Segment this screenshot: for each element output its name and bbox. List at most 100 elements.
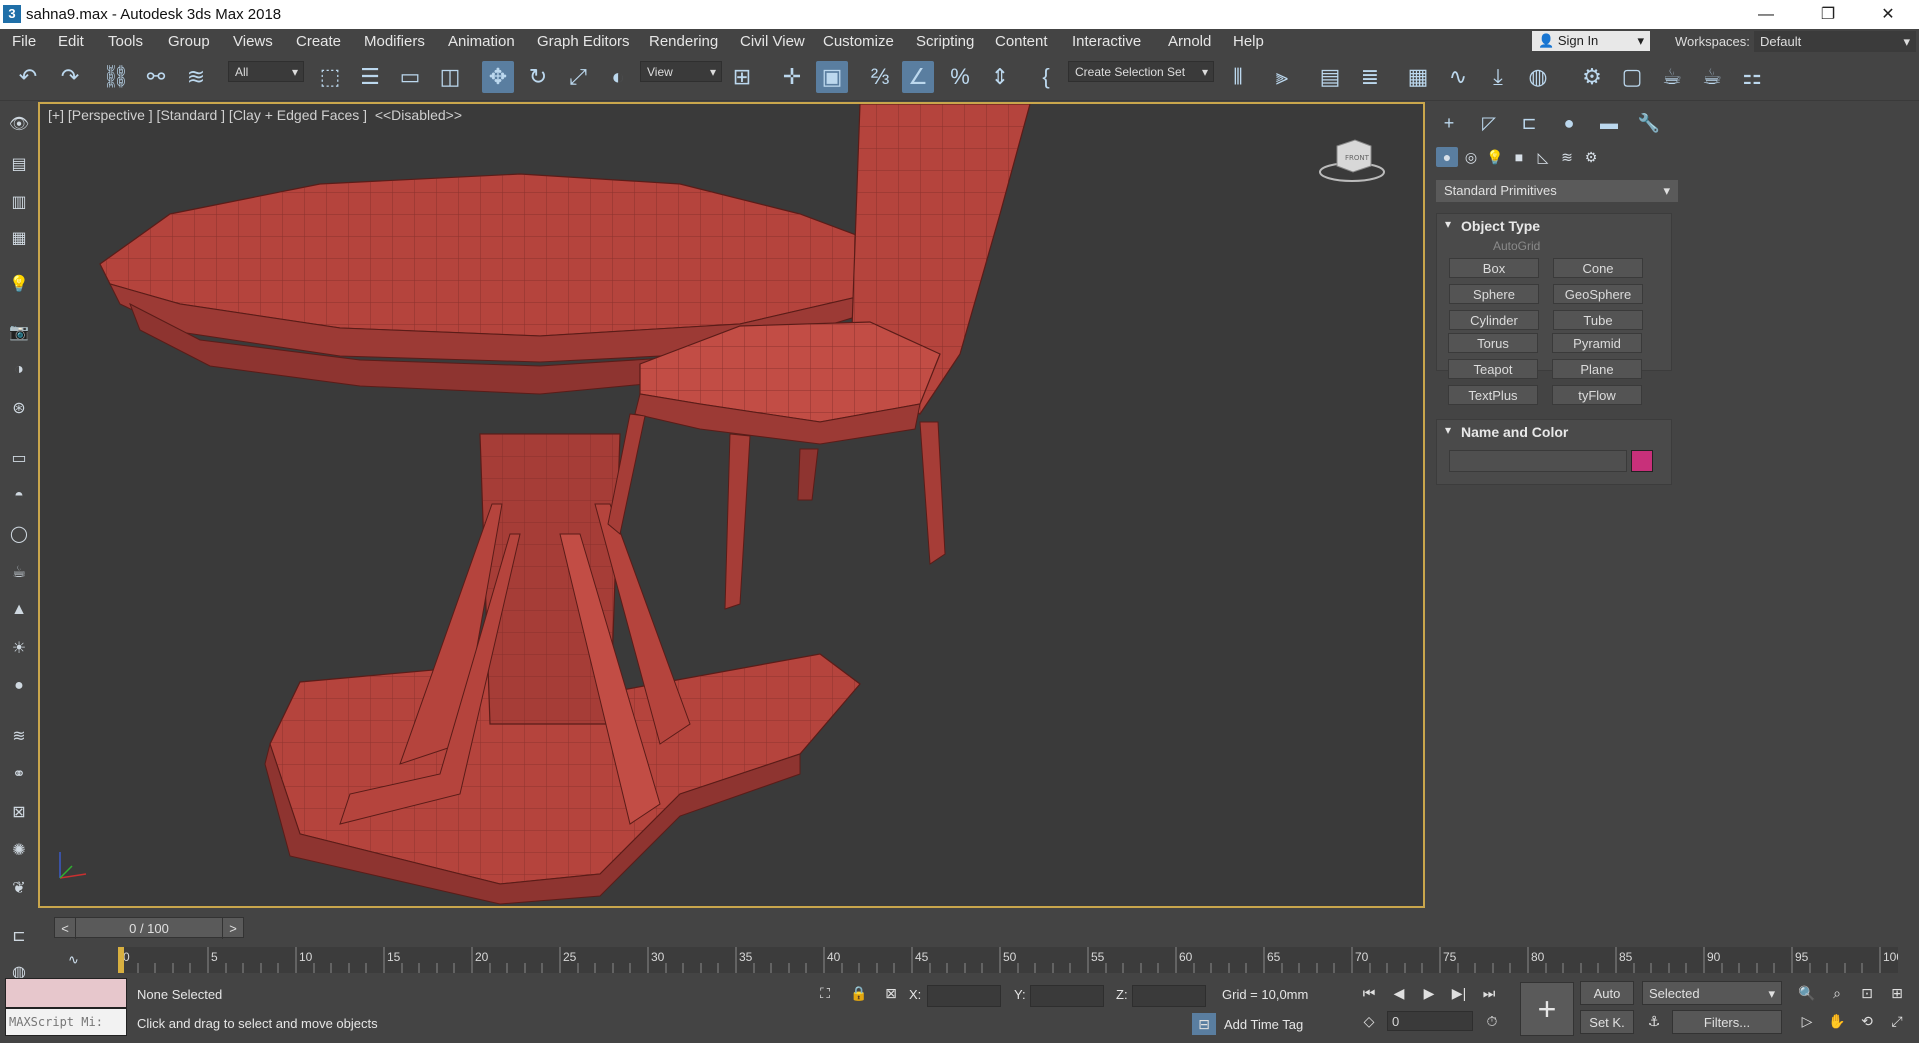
box-icon[interactable]: ▭ (6, 445, 32, 471)
pivot-center-icon[interactable]: ⊞ (726, 61, 758, 93)
menu-edit[interactable]: Edit (58, 33, 84, 50)
menu-views[interactable]: Views (233, 33, 273, 50)
menu-tools[interactable]: Tools (108, 33, 143, 50)
select-object-icon[interactable]: ⬚ (314, 61, 346, 93)
object-color-swatch[interactable] (1631, 450, 1653, 472)
maxscript-output[interactable] (5, 978, 127, 1008)
menu-animation[interactable]: Animation (448, 33, 515, 50)
select-manipulate-icon[interactable]: ✛ (776, 61, 808, 93)
display-tab-icon[interactable]: ▬ (1596, 111, 1622, 135)
light-icon[interactable]: 💡 (6, 271, 32, 297)
cylinder-button[interactable]: Cylinder (1449, 310, 1539, 330)
spinner-snap-icon[interactable]: ⇕ (984, 61, 1016, 93)
current-frame-field[interactable]: 0 (1387, 1011, 1473, 1031)
undo-icon[interactable]: ↶ (12, 61, 44, 93)
time-prev-icon[interactable]: < (55, 918, 76, 939)
name-and-color-title[interactable]: Name and Color (1437, 420, 1671, 446)
absolute-mode-icon[interactable]: ⊠ (879, 982, 903, 1004)
geometry-icon[interactable]: ● (1436, 147, 1458, 167)
percent-snap-icon[interactable]: % (944, 61, 976, 93)
rectangular-selection-icon[interactable]: ▭ (394, 61, 426, 93)
create-tab-icon[interactable]: + (1436, 111, 1462, 135)
space-warps-icon[interactable]: ≋ (1556, 147, 1578, 167)
pyramid-button[interactable]: Pyramid (1552, 333, 1642, 353)
material-editor-icon[interactable]: ◍ (1522, 61, 1554, 93)
angle-snap-icon[interactable]: ∠ (902, 61, 934, 93)
viewcube-icon[interactable]: FRONT (1317, 134, 1387, 184)
x-coordinate-field[interactable] (927, 985, 1001, 1007)
y-coordinate-field[interactable] (1030, 985, 1104, 1007)
render-production-icon[interactable]: ☕ (1656, 61, 1688, 93)
menu-customize[interactable]: Customize (823, 33, 894, 50)
menu-interactive[interactable]: Interactive (1072, 33, 1141, 50)
isolate-selection-icon[interactable]: ⛶ (813, 982, 837, 1004)
open-explorer-icon[interactable]: ▤ (6, 151, 32, 177)
render-online-icon[interactable]: ⚏ (1736, 61, 1768, 93)
auto-key-button[interactable]: Auto (1580, 981, 1634, 1005)
zoom-all-icon[interactable]: ⌕ (1825, 982, 1849, 1004)
window-crossing-icon[interactable]: ◫ (434, 61, 466, 93)
time-cursor[interactable] (118, 947, 124, 973)
play-icon[interactable]: ▶ (1417, 982, 1441, 1004)
object-type-title[interactable]: Object Type (1437, 214, 1671, 240)
curve-editor-mini-icon[interactable]: ∿ (68, 952, 79, 968)
perspective-viewport[interactable]: [+] [Perspective ] [Standard ] [Clay + E… (38, 102, 1425, 908)
tube-button[interactable]: Tube (1553, 310, 1643, 330)
teapot-button[interactable]: Teapot (1448, 359, 1538, 379)
lights-icon[interactable]: 💡 (1484, 147, 1506, 167)
helper-icon[interactable]: ◑ (6, 357, 32, 383)
menu-modifiers[interactable]: Modifiers (364, 33, 425, 50)
rotate-icon[interactable]: ↻ (522, 61, 554, 93)
key-mode-icon[interactable]: ◇ (1357, 1010, 1381, 1032)
rendered-frame-window-icon[interactable]: ▢ (1616, 61, 1648, 93)
geosphere-button[interactable]: GeoSphere (1553, 284, 1643, 304)
autogrid-checkbox[interactable]: AutoGrid (1493, 239, 1540, 253)
mirror-icon[interactable]: ⫴ (1222, 61, 1254, 93)
field-of-view-icon[interactable]: ▷ (1795, 1010, 1819, 1032)
schematic-view-icon[interactable]: ⤓ (1482, 61, 1514, 93)
curve-editor-icon[interactable]: ∿ (1442, 61, 1474, 93)
zoom-extents-all-icon[interactable]: ⊞ (1885, 982, 1909, 1004)
zoom-icon[interactable]: 🔍 (1795, 982, 1819, 1004)
toggle-scene-explorer-icon[interactable]: ▤ (1314, 61, 1346, 93)
hierarchy-tab-icon[interactable]: ⊏ (1516, 111, 1542, 135)
unlink-icon[interactable]: ⚯ (140, 61, 172, 93)
sphere-icon[interactable]: ◯ (6, 521, 32, 547)
table-icon[interactable]: ▦ (6, 225, 32, 251)
sphere-button[interactable]: Sphere (1449, 284, 1539, 304)
object-name-field[interactable] (1449, 450, 1627, 472)
plant-icon[interactable]: ❦ (6, 875, 32, 901)
cone-icon[interactable]: ▲ (6, 597, 32, 623)
default-in-out-tangent-icon[interactable]: ⚓ (1642, 1010, 1666, 1032)
menu-group[interactable]: Group (168, 33, 210, 50)
scale-icon[interactable]: ⤢ (562, 61, 594, 93)
menu-help[interactable]: Help (1233, 33, 1264, 50)
align-icon[interactable]: ⫸ (1266, 61, 1298, 93)
sign-in-button[interactable]: 👤 Sign In ▾ (1532, 31, 1650, 51)
modify-tab-icon[interactable]: ◸ (1476, 111, 1502, 135)
menu-rendering[interactable]: Rendering (649, 33, 718, 50)
menu-graph-editors[interactable]: Graph Editors (537, 33, 630, 50)
key-filters-button[interactable]: Filters... (1672, 1010, 1782, 1034)
close-button[interactable]: ✕ (1866, 2, 1910, 27)
app-icon[interactable]: 3 (3, 5, 21, 23)
z-coordinate-field[interactable] (1132, 985, 1206, 1007)
go-to-end-icon[interactable]: ⏭ (1477, 982, 1501, 1004)
menu-content[interactable]: Content (995, 33, 1048, 50)
primitive-category-dropdown[interactable]: Standard Primitives ▾ (1436, 180, 1678, 202)
film-reel-icon[interactable]: ⊛ (6, 395, 32, 421)
cone-button[interactable]: Cone (1553, 258, 1643, 278)
bind-space-warp-icon[interactable]: ≋ (180, 61, 212, 93)
cameras-icon[interactable]: ■ (1508, 147, 1530, 167)
snap-toggle-icon[interactable]: ⅔ (864, 61, 896, 93)
selection-lock-icon[interactable]: 🔒 (847, 982, 871, 1004)
next-frame-icon[interactable]: ▶| (1447, 982, 1471, 1004)
textplus-button[interactable]: TextPlus (1448, 385, 1538, 405)
minimize-button[interactable]: — (1744, 2, 1788, 27)
dome-icon[interactable]: ◓ (6, 483, 32, 509)
hair-icon[interactable]: ≋ (6, 723, 32, 749)
pan-view-icon[interactable]: ✋ (1825, 1010, 1849, 1032)
menu-arnold[interactable]: Arnold (1168, 33, 1211, 50)
maxscript-input[interactable]: MAXScript Mi: (5, 1008, 127, 1036)
menu-file[interactable]: File (12, 33, 36, 50)
